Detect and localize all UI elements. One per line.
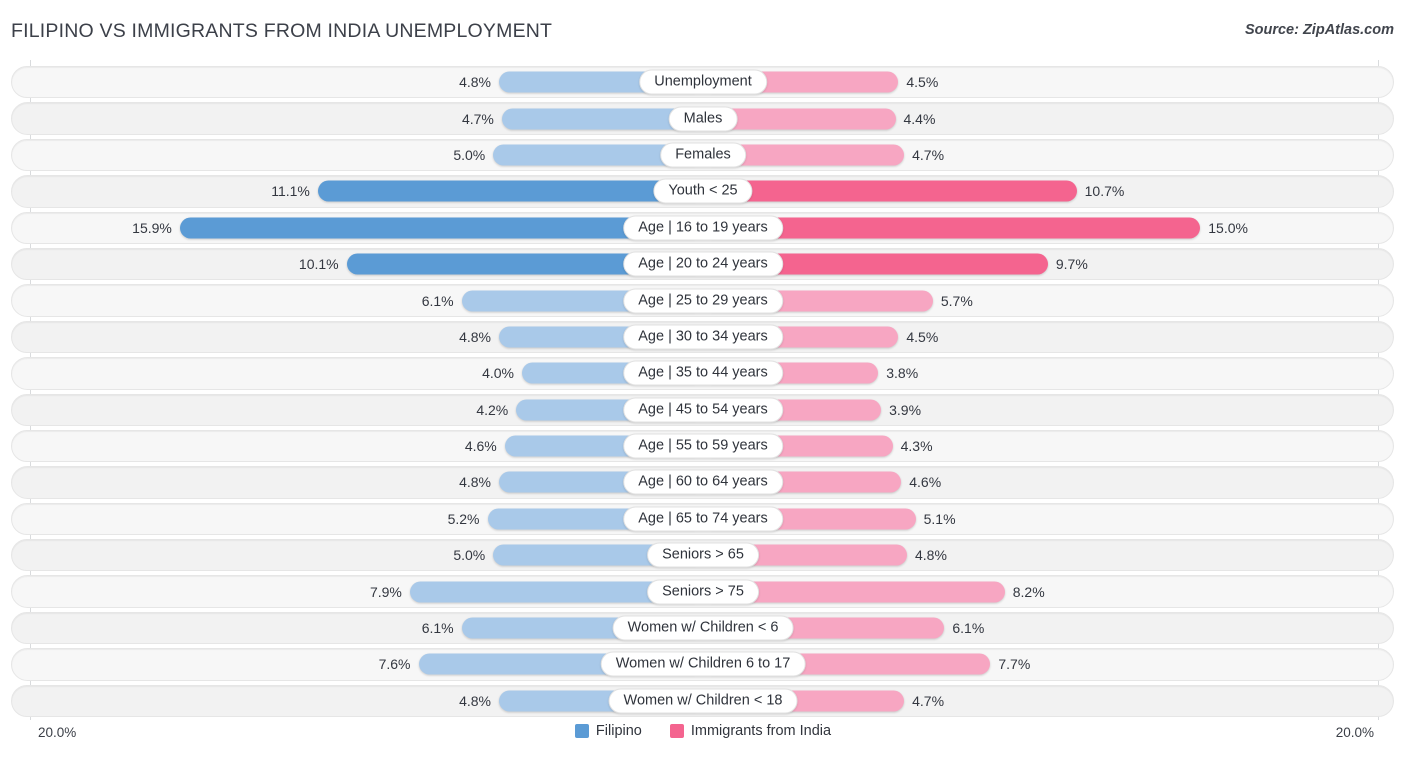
legend-label-immigrants-from-india: Immigrants from India (691, 723, 831, 739)
chart-footer: 20.0% 20.0% Filipino Immigrants from Ind… (0, 720, 1406, 757)
value-left-filipino: 4.8% (459, 693, 491, 709)
value-left-filipino: 4.8% (459, 329, 491, 345)
legend-label-filipino: Filipino (596, 723, 642, 739)
row-label: Youth < 25 (653, 179, 752, 204)
table-row: 4.6% 4.3% Age | 55 to 59 years (0, 428, 1406, 464)
table-row: 15.9% 15.0% Age | 16 to 19 years (0, 210, 1406, 246)
value-right-immigrants-from-india: 4.6% (909, 474, 941, 490)
row-label: Age | 45 to 54 years (623, 397, 783, 422)
row-label: Age | 20 to 24 years (623, 252, 783, 277)
value-left-filipino: 5.0% (453, 147, 485, 163)
row-label: Unemployment (639, 70, 767, 95)
table-row: 11.1% 10.7% Youth < 25 (0, 173, 1406, 209)
row-label: Age | 60 to 64 years (623, 470, 783, 495)
table-row: 4.8% 4.5% Unemployment (0, 64, 1406, 100)
table-row: 5.0% 4.7% Females (0, 137, 1406, 173)
value-left-filipino: 11.1% (271, 183, 310, 199)
value-left-filipino: 7.6% (379, 656, 411, 672)
row-label: Women w/ Children 6 to 17 (601, 652, 806, 677)
row-label: Age | 30 to 34 years (623, 324, 783, 349)
value-right-immigrants-from-india: 3.9% (889, 402, 921, 418)
table-row: 5.2% 5.1% Age | 65 to 74 years (0, 501, 1406, 537)
row-label: Age | 25 to 29 years (623, 288, 783, 313)
value-left-filipino: 10.1% (299, 256, 339, 272)
value-left-filipino: 4.8% (459, 74, 491, 90)
table-row: 4.7% 4.4% Males (0, 100, 1406, 136)
value-right-immigrants-from-india: 4.7% (912, 147, 944, 163)
value-right-immigrants-from-india: 4.5% (906, 329, 938, 345)
row-label: Age | 65 to 74 years (623, 506, 783, 531)
legend-item-immigrants-from-india[interactable]: Immigrants from India (670, 723, 831, 739)
table-row: 6.1% 5.7% Age | 25 to 29 years (0, 282, 1406, 318)
value-left-filipino: 5.0% (453, 547, 485, 563)
value-left-filipino: 4.6% (465, 438, 497, 454)
value-left-filipino: 4.2% (476, 402, 508, 418)
value-left-filipino: 6.1% (422, 620, 454, 636)
row-label: Males (669, 106, 738, 131)
value-left-filipino: 15.9% (132, 220, 172, 236)
value-right-immigrants-from-india: 9.7% (1056, 256, 1088, 272)
legend-item-filipino[interactable]: Filipino (575, 723, 642, 739)
value-left-filipino: 4.8% (459, 474, 491, 490)
bar-rows-container: 4.8% 4.5% Unemployment 4.7% 4.4% Males 5.0% 4.7… (0, 64, 1406, 719)
bar-right-immigrants-from-india[interactable] (703, 181, 1077, 202)
value-right-immigrants-from-india: 3.8% (886, 365, 918, 381)
value-right-immigrants-from-india: 4.4% (904, 111, 936, 127)
value-left-filipino: 6.1% (422, 293, 454, 309)
row-label: Age | 16 to 19 years (623, 215, 783, 240)
row-label: Age | 35 to 44 years (623, 361, 783, 386)
table-row: 4.2% 3.9% Age | 45 to 54 years (0, 392, 1406, 428)
legend-swatch-filipino (575, 724, 589, 738)
bar-left-filipino[interactable] (318, 181, 703, 202)
chart-root: FILIPINO VS IMMIGRANTS FROM INDIA UNEMPL… (0, 0, 1406, 757)
table-row: 4.8% 4.5% Age | 30 to 34 years (0, 319, 1406, 355)
legend: Filipino Immigrants from India (0, 723, 1406, 739)
value-right-immigrants-from-india: 6.1% (952, 620, 984, 636)
source-attribution: Source: ZipAtlas.com (1245, 22, 1394, 38)
value-left-filipino: 4.7% (462, 111, 494, 127)
table-row: 4.8% 4.7% Women w/ Children < 18 (0, 683, 1406, 719)
value-right-immigrants-from-india: 8.2% (1013, 584, 1045, 600)
legend-swatch-immigrants-from-india (670, 724, 684, 738)
value-right-immigrants-from-india: 15.0% (1208, 220, 1248, 236)
page-title: FILIPINO VS IMMIGRANTS FROM INDIA UNEMPL… (11, 20, 552, 43)
value-right-immigrants-from-india: 4.8% (915, 547, 947, 563)
value-right-immigrants-from-india: 4.5% (906, 74, 938, 90)
table-row: 4.8% 4.6% Age | 60 to 64 years (0, 464, 1406, 500)
row-label: Seniors > 65 (647, 543, 759, 568)
table-row: 7.6% 7.7% Women w/ Children 6 to 17 (0, 646, 1406, 682)
value-right-immigrants-from-india: 7.7% (998, 656, 1030, 672)
value-left-filipino: 4.0% (482, 365, 514, 381)
table-row: 7.9% 8.2% Seniors > 75 (0, 573, 1406, 609)
table-row: 6.1% 6.1% Women w/ Children < 6 (0, 610, 1406, 646)
value-left-filipino: 7.9% (370, 584, 402, 600)
value-left-filipino: 5.2% (448, 511, 480, 527)
value-right-immigrants-from-india: 10.7% (1085, 183, 1125, 199)
value-right-immigrants-from-india: 5.1% (924, 511, 956, 527)
row-label: Seniors > 75 (647, 579, 759, 604)
row-label: Women w/ Children < 18 (609, 688, 798, 713)
row-label: Women w/ Children < 6 (613, 616, 794, 641)
table-row: 10.1% 9.7% Age | 20 to 24 years (0, 246, 1406, 282)
value-right-immigrants-from-india: 4.3% (901, 438, 933, 454)
table-row: 5.0% 4.8% Seniors > 65 (0, 537, 1406, 573)
value-right-immigrants-from-india: 5.7% (941, 293, 973, 309)
row-label: Females (660, 142, 746, 167)
row-label: Age | 55 to 59 years (623, 434, 783, 459)
value-right-immigrants-from-india: 4.7% (912, 693, 944, 709)
table-row: 4.0% 3.8% Age | 35 to 44 years (0, 355, 1406, 391)
